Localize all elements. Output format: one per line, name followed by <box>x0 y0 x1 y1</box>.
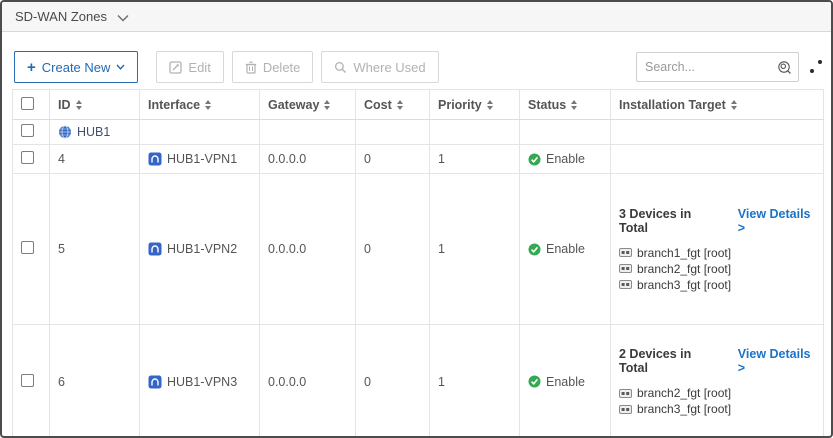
row-checkbox[interactable] <box>21 374 34 387</box>
create-new-label: Create New <box>42 60 111 75</box>
search-icon[interactable] <box>777 60 792 75</box>
zone-name[interactable]: HUB1 <box>77 125 110 139</box>
edit-label: Edit <box>188 60 210 75</box>
cell-id: 6 <box>50 325 140 438</box>
device-list-item: branch2_fgt [root] <box>619 262 815 276</box>
cell-id: 4 <box>50 145 140 174</box>
device-icon <box>619 264 632 273</box>
device-icon <box>619 280 632 289</box>
device-list-item: branch3_fgt [root] <box>619 278 815 292</box>
select-all-checkbox[interactable] <box>21 97 34 110</box>
cell-cost: 0 <box>356 174 430 325</box>
cell-priority: 1 <box>430 325 520 438</box>
sort-icon <box>205 100 211 110</box>
status-enabled-icon <box>528 153 541 166</box>
delete-label: Delete <box>263 60 301 75</box>
header-row: ID Interface Gateway Cost Priority Statu… <box>13 90 824 120</box>
titlebar: SD-WAN Zones <box>2 2 831 32</box>
cell-gateway: 0.0.0.0 <box>260 145 356 174</box>
row-checkbox[interactable] <box>21 151 34 164</box>
trash-icon <box>245 61 257 74</box>
cell-status: Enable <box>546 242 585 256</box>
sort-icon <box>324 100 330 110</box>
cell-cost: 0 <box>356 325 430 438</box>
sort-icon <box>76 100 82 110</box>
device-list-item: branch2_fgt [root] <box>619 386 815 400</box>
cell-cost: 0 <box>356 145 430 174</box>
col-header-id[interactable]: ID <box>50 90 140 120</box>
device-list-item: branch1_fgt [root] <box>619 246 815 260</box>
col-header-cost[interactable]: Cost <box>356 90 430 120</box>
sort-icon <box>731 100 737 110</box>
tunnel-interface-icon <box>148 375 162 389</box>
cell-interface: HUB1-VPN3 <box>167 375 237 389</box>
search-input[interactable] <box>645 60 777 74</box>
cell-installation-target: 3 Devices in Total View Details > branch… <box>611 174 824 325</box>
col-header-status[interactable]: Status <box>520 90 611 120</box>
table-row: 5 HUB1-VPN2 0.0.0.0 0 1 <box>13 174 824 325</box>
cell-gateway: 0.0.0.0 <box>260 325 356 438</box>
col-header-interface[interactable]: Interface <box>140 90 260 120</box>
status-enabled-icon <box>528 243 541 256</box>
zone-globe-icon <box>58 125 72 139</box>
search-box <box>636 52 799 82</box>
devices-total: 2 Devices in Total <box>619 347 716 375</box>
page-title: SD-WAN Zones <box>15 9 107 24</box>
sdwan-zones-table: ID Interface Gateway Cost Priority Statu… <box>12 89 822 438</box>
where-used-label: Where Used <box>353 60 425 75</box>
device-icon <box>619 389 632 398</box>
sort-icon <box>487 100 493 110</box>
sdwan-zones-panel: SD-WAN Zones + Create New Edit <box>0 0 833 438</box>
edit-icon <box>169 61 182 74</box>
table-row: 6 HUB1-VPN3 0.0.0.0 0 1 <box>13 325 824 438</box>
chevron-down-icon <box>116 64 125 70</box>
device-icon <box>619 248 632 257</box>
sort-icon <box>397 100 403 110</box>
cell-status: Enable <box>546 375 585 389</box>
col-header-installation-target[interactable]: Installation Target <box>611 90 824 120</box>
cell-id: 5 <box>50 174 140 325</box>
device-icon <box>619 405 632 414</box>
magnifier-icon <box>334 61 347 74</box>
select-all-header <box>13 90 50 120</box>
toolbar: + Create New Edit Delete <box>14 51 822 83</box>
status-enabled-icon <box>528 375 541 388</box>
col-header-priority[interactable]: Priority <box>430 90 520 120</box>
column-settings-icon[interactable] <box>808 60 822 74</box>
view-details-link[interactable]: View Details > <box>738 347 815 375</box>
plus-icon: + <box>27 60 36 75</box>
cell-priority: 1 <box>430 174 520 325</box>
where-used-button[interactable]: Where Used <box>321 51 438 83</box>
cell-installation-target: 2 Devices in Total View Details > branch… <box>611 325 824 438</box>
edit-button[interactable]: Edit <box>156 51 223 83</box>
cell-priority: 1 <box>430 145 520 174</box>
table-row: 4 HUB1-VPN1 0.0.0.0 0 1 <box>13 145 824 174</box>
row-checkbox[interactable] <box>21 241 34 254</box>
create-new-button[interactable]: + Create New <box>14 51 138 83</box>
row-checkbox[interactable] <box>21 124 34 137</box>
cell-gateway: 0.0.0.0 <box>260 174 356 325</box>
cell-interface: HUB1-VPN1 <box>167 152 237 166</box>
cell-status: Enable <box>546 152 585 166</box>
device-list-item: branch3_fgt [root] <box>619 402 815 416</box>
sort-icon <box>571 100 577 110</box>
view-details-link[interactable]: View Details > <box>738 207 815 235</box>
chevron-down-icon[interactable] <box>117 9 129 24</box>
devices-total: 3 Devices in Total <box>619 207 716 235</box>
zone-group-row: HUB1 <box>13 120 824 145</box>
delete-button[interactable]: Delete <box>232 51 314 83</box>
cell-interface: HUB1-VPN2 <box>167 242 237 256</box>
tunnel-interface-icon <box>148 242 162 256</box>
tunnel-interface-icon <box>148 152 162 166</box>
col-header-gateway[interactable]: Gateway <box>260 90 356 120</box>
